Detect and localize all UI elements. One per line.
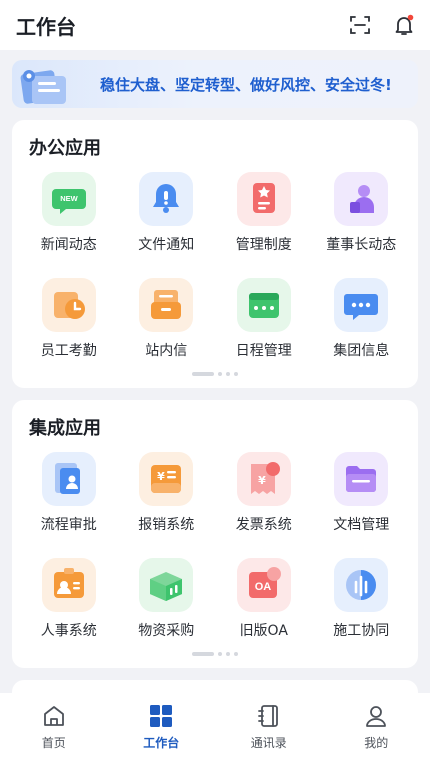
app-label: 新闻动态 <box>40 237 97 253</box>
page-indicator-dot <box>218 372 222 376</box>
app-grid: NEW 新闻动态 文件通知 管理制度 董事长动态 员工考勤 站内信 日程管理 集… <box>20 172 410 360</box>
app-news[interactable]: NEW 新闻动态 <box>20 172 118 254</box>
app-label: 施工协同 <box>333 623 390 639</box>
integrated-apps-section: 集成应用 流程审批 ¥ 报销系统 ¥ 发票系统 文档管理 人事系统 物资采购 O… <box>12 400 418 668</box>
workbench-icon <box>150 705 173 727</box>
page-indicator-dot <box>218 652 222 656</box>
app-label: 人事系统 <box>40 623 97 639</box>
page-indicator-dot <box>234 652 238 656</box>
app-reimbursement[interactable]: ¥ 报销系统 <box>118 452 216 534</box>
app-label: 文档管理 <box>333 517 390 533</box>
app-label: 管理制度 <box>235 237 292 253</box>
tab-profile[interactable]: 我的 <box>336 703 416 751</box>
tab-workbench[interactable]: 工作台 <box>121 703 201 751</box>
app-attendance[interactable]: 员工考勤 <box>20 278 118 360</box>
app-label: 员工考勤 <box>40 343 97 359</box>
page-indicator-active <box>192 372 214 376</box>
reimbursement-icon: ¥ <box>139 452 194 506</box>
profile-icon <box>366 706 387 727</box>
app-group-info[interactable]: 集团信息 <box>313 278 411 360</box>
svg-text:¥: ¥ <box>157 470 165 483</box>
file-notice-icon <box>139 172 194 226</box>
page-title: 工作台 <box>16 14 76 39</box>
app-label: 报销系统 <box>138 517 195 533</box>
page-indicator-dot <box>226 372 230 376</box>
app-policy[interactable]: 管理制度 <box>215 172 313 254</box>
home-icon <box>43 706 64 726</box>
app-procurement[interactable]: 物资采购 <box>118 558 216 640</box>
document-icon <box>334 452 389 506</box>
tab-home[interactable]: 首页 <box>14 703 94 751</box>
announcement-banner[interactable]: 稳住大盘、坚定转型、做好风控、安全过冬! <box>12 60 418 108</box>
banner-slogan: 稳住大盘、坚定转型、做好风控、安全过冬! <box>100 76 392 94</box>
tab-label: 工作台 <box>143 736 180 750</box>
contacts-icon <box>257 705 278 727</box>
tab-contacts[interactable]: 通讯录 <box>229 703 309 751</box>
page-indicator-active <box>192 652 214 656</box>
bottom-tab-bar: 首页 工作台 通讯录 我的 <box>0 693 430 765</box>
approval-icon <box>41 452 96 506</box>
app-label: 站内信 <box>145 343 188 359</box>
tab-label: 首页 <box>41 736 66 750</box>
banner-illustration-icon <box>20 70 66 104</box>
app-approval[interactable]: 流程审批 <box>20 452 118 534</box>
office-apps-section: 办公应用 NEW 新闻动态 文件通知 管理制度 董事长动态 员工考勤 站内信 日… <box>12 120 418 388</box>
app-document[interactable]: 文档管理 <box>313 452 411 534</box>
tab-label: 通讯录 <box>250 736 287 750</box>
page-indicator <box>192 652 238 656</box>
app-chairman[interactable]: 董事长动态 <box>313 172 411 254</box>
policy-icon <box>236 172 291 226</box>
bell-icon[interactable] <box>392 13 416 37</box>
app-construction[interactable]: 施工协同 <box>313 558 411 640</box>
app-label: 流程审批 <box>40 517 97 533</box>
app-old-oa[interactable]: OA 旧版OA <box>215 558 313 640</box>
app-label: 集团信息 <box>333 343 390 359</box>
app-label: 日程管理 <box>235 343 292 359</box>
old-oa-icon: OA <box>236 558 291 612</box>
schedule-icon <box>236 278 291 332</box>
svg-text:NEW: NEW <box>60 194 78 203</box>
app-label: 董事长动态 <box>326 237 397 253</box>
scan-icon[interactable] <box>348 13 372 37</box>
chairman-icon <box>334 172 389 226</box>
app-file-notice[interactable]: 文件通知 <box>118 172 216 254</box>
svg-text:OA: OA <box>255 581 272 593</box>
app-label: 旧版OA <box>239 623 288 639</box>
page-indicator <box>192 372 238 376</box>
invoice-icon: ¥ <box>236 452 291 506</box>
procurement-icon <box>139 558 194 612</box>
hr-icon <box>41 558 96 612</box>
attendance-icon <box>41 278 96 332</box>
inbox-icon <box>139 278 194 332</box>
svg-text:¥: ¥ <box>258 474 266 487</box>
construction-icon <box>334 558 389 612</box>
section-title: 集成应用 <box>29 418 101 439</box>
app-invoice[interactable]: ¥ 发票系统 <box>215 452 313 534</box>
app-schedule[interactable]: 日程管理 <box>215 278 313 360</box>
news-icon: NEW <box>41 172 96 226</box>
section-title: 办公应用 <box>29 138 101 159</box>
app-hr[interactable]: 人事系统 <box>20 558 118 640</box>
page-indicator-dot <box>226 652 230 656</box>
app-grid: 流程审批 ¥ 报销系统 ¥ 发票系统 文档管理 人事系统 物资采购 OA 旧版O… <box>20 452 410 640</box>
tab-label: 我的 <box>364 736 389 750</box>
app-label: 文件通知 <box>138 237 195 253</box>
header-actions <box>348 13 416 37</box>
app-inbox[interactable]: 站内信 <box>118 278 216 360</box>
app-label: 物资采购 <box>138 623 195 639</box>
top-bar: 工作台 <box>0 0 430 50</box>
group-info-icon <box>334 278 389 332</box>
app-label: 发票系统 <box>235 517 292 533</box>
page-indicator-dot <box>234 372 238 376</box>
